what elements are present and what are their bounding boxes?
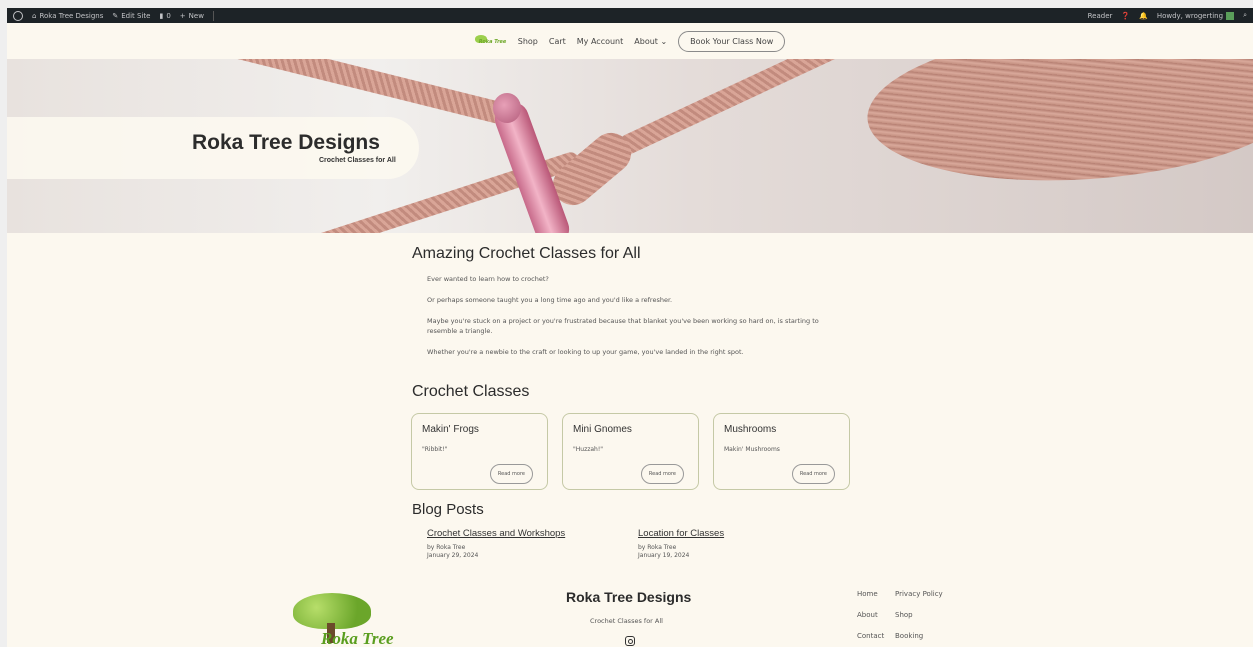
footer-link-booking[interactable]: Booking [895,632,955,640]
footer-link-shop[interactable]: Shop [895,611,955,619]
admin-comments-link[interactable]: ▮ 0 [159,12,170,20]
admin-bar-right: Reader ❓ 🔔 Howdy, wrogerting ⌕ [1088,11,1247,20]
footer-tagline: Crochet Classes for All [590,617,663,625]
blog-post-date: January 19, 2024 [638,552,690,560]
blog-post-author: by Roka Tree [638,543,677,551]
hero-title: Roka Tree Designs [192,131,380,154]
nav-cart[interactable]: Cart [549,37,566,46]
blog-post: Location for Classes by Roka Tree Januar… [638,527,724,561]
footer-title: Roka Tree Designs [566,589,692,605]
hero-banner: Roka Tree Designs Crochet Classes for Al… [7,59,1253,233]
brush-icon: ✎ [112,11,119,20]
blog-heading: Blog Posts [412,501,484,518]
yarn-strand-image [615,59,879,158]
comment-icon: ▮ [159,11,164,20]
yarn-ball-image [862,59,1253,195]
help-icon[interactable]: ❓ [1121,12,1130,20]
wordpress-logo-icon[interactable] [13,10,23,21]
crochet-hook-tip-image [493,93,521,123]
page: Roka Tree Shop Cart My Account About ⌄ B… [7,23,1253,647]
class-card-excerpt: "Ribbit!" [422,446,448,453]
class-card: Makin' Frogs "Ribbit!" Read more [411,413,548,490]
footer-logo-text: Roka Tree [321,629,394,647]
footer-logo[interactable]: Roka Tree [285,593,415,647]
blog-post-author: by Roka Tree [427,543,466,551]
intro-section: Amazing Crochet Classes for All Ever wan… [412,245,857,357]
footer-links: Home Privacy Policy About Shop Contact B… [857,590,955,640]
read-more-button[interactable]: Read more [489,464,533,484]
intro-paragraph: Whether you're a newbie to the craft or … [427,348,744,357]
class-card-excerpt: Makin' Mushrooms [724,446,780,453]
site-navigation: Roka Tree Shop Cart My Account About ⌄ B… [7,23,1253,59]
admin-account-link[interactable]: Howdy, wrogerting [1157,11,1235,20]
notification-bell-icon[interactable]: 🔔 [1139,12,1148,20]
nav-about[interactable]: About ⌄ [634,37,667,46]
intro-paragraph: Ever wanted to learn how to crochet? [427,275,549,283]
chevron-down-icon: ⌄ [660,36,668,46]
admin-reader-link[interactable]: Reader [1088,12,1113,20]
search-icon[interactable]: ⌕ [1243,11,1247,20]
book-class-button[interactable]: Book Your Class Now [678,30,786,52]
intro-paragraph: Maybe you're stuck on a project or you'r… [427,317,819,336]
instagram-icon[interactable] [625,636,635,646]
plus-icon: + [179,11,186,20]
blog-post-title[interactable]: Crochet Classes and Workshops [427,527,565,541]
blog-post: Crochet Classes and Workshops by Roka Tr… [427,527,565,561]
admin-site-link[interactable]: ⌂ Roka Tree Designs [32,12,103,20]
read-more-button[interactable]: Read more [640,464,684,484]
class-card-title[interactable]: Makin' Frogs [422,424,479,435]
admin-new-link[interactable]: + New [180,12,204,20]
intro-paragraph: Or perhaps someone taught you a long tim… [427,296,673,305]
class-card: Mushrooms Makin' Mushrooms Read more [713,413,850,490]
class-card: Mini Gnomes "Huzzah!" Read more [562,413,699,490]
wp-admin-bar: ⌂ Roka Tree Designs ✎ Edit Site ▮ 0 + New Re… [7,8,1253,23]
avatar [1226,11,1235,20]
footer-link-privacy-policy[interactable]: Privacy Policy [895,590,955,598]
class-card-title[interactable]: Mini Gnomes [573,424,632,435]
class-cards: Makin' Frogs "Ribbit!" Read more Mini Gn… [411,413,850,490]
footer-link-about[interactable]: About [857,611,895,619]
nav-my-account[interactable]: My Account [577,37,623,46]
admin-separator [212,10,214,21]
class-card-title[interactable]: Mushrooms [724,424,776,435]
footer-link-contact[interactable]: Contact [857,632,895,640]
admin-edit-site-link[interactable]: ✎ Edit Site [112,12,150,20]
hero-tagline: Crochet Classes for All [319,157,396,164]
classes-heading: Crochet Classes [412,383,530,400]
nav-shop[interactable]: Shop [518,37,538,46]
footer-link-home[interactable]: Home [857,590,895,598]
site-logo[interactable]: Roka Tree [474,34,507,48]
blog-post-title[interactable]: Location for Classes [638,527,724,541]
blog-post-date: January 29, 2024 [427,552,479,560]
intro-heading: Amazing Crochet Classes for All [412,245,641,262]
home-icon: ⌂ [32,11,37,20]
class-card-excerpt: "Huzzah!" [573,446,604,453]
read-more-button[interactable]: Read more [791,464,835,484]
